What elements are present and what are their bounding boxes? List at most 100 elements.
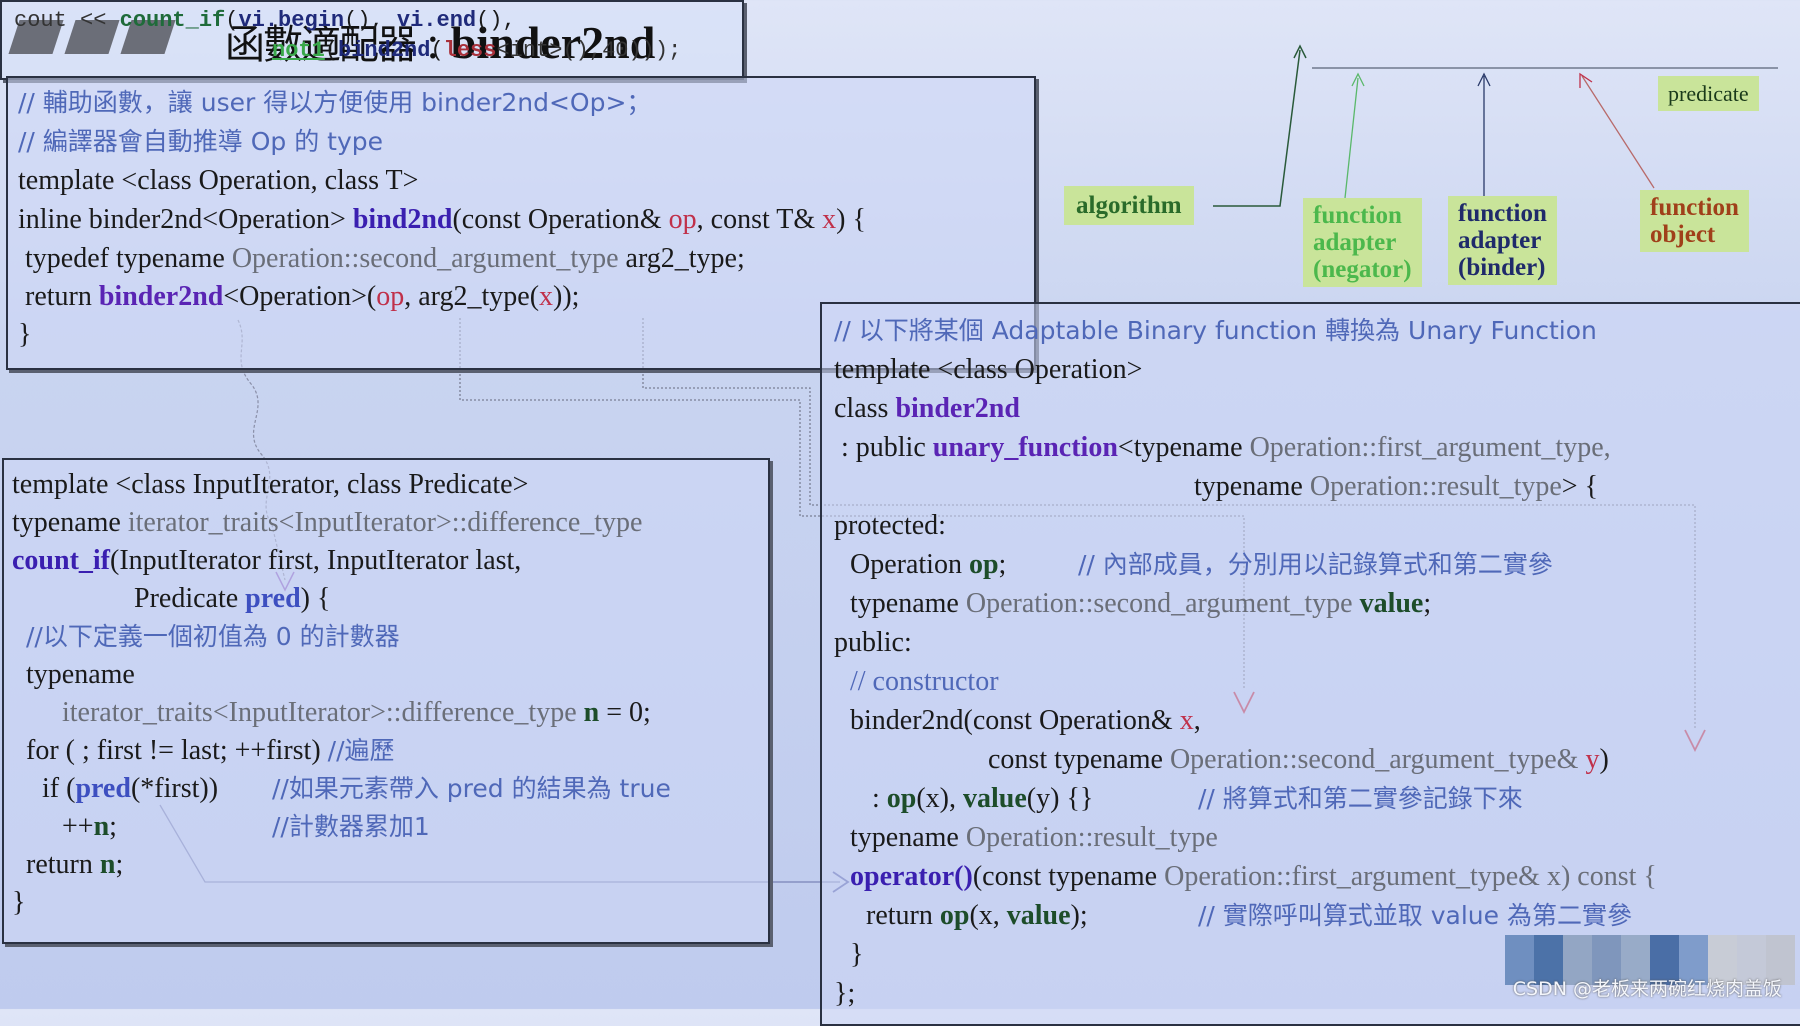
code-line: template <class InputIterator, class Pre… [12,469,529,500]
less-args: <int>(),40))); [496,38,682,63]
count-if-code-box: template <class InputIterator, class Pre… [2,458,770,944]
comment-text: //計數器累加1 [272,812,430,841]
n-var: n [93,811,110,842]
op-member: op [968,549,999,580]
n-var: n [99,849,116,880]
value-arg: value [1006,900,1071,931]
code-line: for ( ; first != last; ++first) //遍歷 [26,734,395,768]
code-token: class [834,393,896,424]
type-token: Operation::result_type [1309,471,1562,502]
code-token: , arg2_type( [404,281,540,312]
code-token: : public [834,432,933,463]
code-token: = 0; [599,697,651,728]
n-var: n [583,697,600,728]
comment-line: // 以下將某個 Adaptable Binary function 轉換為 U… [834,314,1597,348]
code-token: return [866,900,940,931]
function-object-label-line: function [1650,194,1739,221]
code-token: Operation [850,549,969,580]
op-arg: op [376,281,405,312]
code-token: <Operation>( [223,281,377,312]
type-token: Operation::second_argument_type [231,243,619,274]
code-token: (*first)) [130,773,219,804]
code-line: typename Operation::result_type [850,821,1218,855]
paren: ( [225,8,239,33]
comment-line: //如果元素帶入 pred 的結果為 true [272,772,671,806]
code-token: (y) {} [1026,783,1094,814]
count-if-call: count_if [119,8,226,33]
type-token: iterator_traits<InputIterator>::differen… [62,697,584,728]
operator-call-keyword: operator() [850,861,973,892]
object-arrowhead [1579,72,1593,88]
code-line: } [12,887,26,918]
code-line: typename Operation::second_argument_type… [850,587,1431,621]
code-line: typedef typename Operation::second_argum… [18,242,745,276]
usage-line-1: cout << count_if(vi.begin(), vi.end(), [14,8,516,33]
negator-label-line: (negator) [1313,256,1412,283]
code-line: const typename Operation::second_argumen… [988,743,1609,777]
code-token: , const T& [696,204,823,235]
code-token: typedef typename [18,243,232,274]
code-token: binder2nd(const Operation& [850,705,1180,736]
comment-line: // 輔助函數，讓 user 得以方便使用 binder2nd<Op>； [18,86,651,120]
y-param: y [1585,744,1600,775]
code-token: if ( [42,773,76,804]
type-token: Operation::second_argument_type [965,588,1360,619]
code-line: iterator_traits<InputIterator>::differen… [62,696,651,730]
code-token: ; [998,549,1007,580]
function-object-label: function object [1640,190,1749,252]
binder2nd-class-box: // 以下將某個 Adaptable Binary function 轉換為 U… [820,302,1800,1026]
vi-end: vi.end [396,8,477,33]
code-line: inline binder2nd<Operation> bind2nd(cons… [18,203,866,237]
negator-label-line: function [1313,202,1402,229]
negator-arrow [1344,77,1359,199]
negator-label-line: adapter [1313,229,1397,256]
comment-text: //遍歷 [327,736,395,765]
comment-text: //如果元素帶入 pred 的結果為 true [272,774,671,803]
cout-text: cout << [14,8,120,33]
comment-line: // constructor [850,666,999,697]
comment-text: // 將算式和第二實參記錄下來 [1198,784,1523,813]
code-token: ) { [300,583,331,614]
code-token: ) { [836,204,866,235]
type-token: Operation::first_argument_type& x) const… [1164,861,1657,892]
code-line: template <class Operation> [834,354,1143,385]
code-token: (InputIterator first, InputIterator last… [110,545,522,576]
code-token: Predicate [134,583,246,614]
op-init: op [886,783,917,814]
algorithm-arrow [1213,49,1301,207]
code-token: , [1193,705,1201,736]
negator-label: function adapter (negator) [1303,198,1422,287]
type-token: Operation::result_type [965,822,1218,853]
code-line: }; [834,978,856,1009]
code-line: count_if(InputIterator first, InputItera… [12,544,521,578]
code-token: (const typename [972,861,1165,892]
code-token: inline binder2nd<Operation> [18,204,353,235]
comment-text: // 內部成員，分別用以記錄算式和第二實參 [1078,550,1553,579]
code-token: return [18,281,99,312]
value-init: value [963,783,1027,814]
bind2nd-keyword: bind2nd [352,204,453,235]
type-token: iterator_traits<InputIterator>::differen… [127,507,643,538]
bind2nd-call: bind2nd [338,38,431,63]
comment-text: // 輔助函數，讓 user 得以方便使用 binder2nd<Op>； [18,88,652,117]
code-line: typename [26,659,135,690]
predicate-label: predicate [1658,76,1759,111]
code-line: : public unary_function<typename Operati… [834,431,1611,465]
code-line: binder2nd(const Operation& x, [850,704,1201,738]
code-line: operator()(const typename Operation::fir… [850,860,1657,894]
comment-line: // 實際呼叫算式並取 value 為第二實參 [1198,899,1632,933]
code-line: return op(x, value); [866,899,1088,933]
paren: (), [476,8,516,33]
code-token: (const Operation& [452,204,669,235]
binder-label-line: adapter [1458,227,1542,254]
type-token: Operation::second_argument_type& [1169,744,1586,775]
code-line: } [850,939,864,970]
code-token: typename [12,507,128,538]
object-arrow [1581,75,1655,189]
x-param: x [822,204,837,235]
code-line: Operation op; [850,548,1006,582]
code-line: return n; [26,848,123,882]
op-param: op [668,204,697,235]
type-token: Operation::first_argument_type, [1249,432,1611,463]
code-line: return binder2nd<Operation>(op, arg2_typ… [18,280,579,314]
